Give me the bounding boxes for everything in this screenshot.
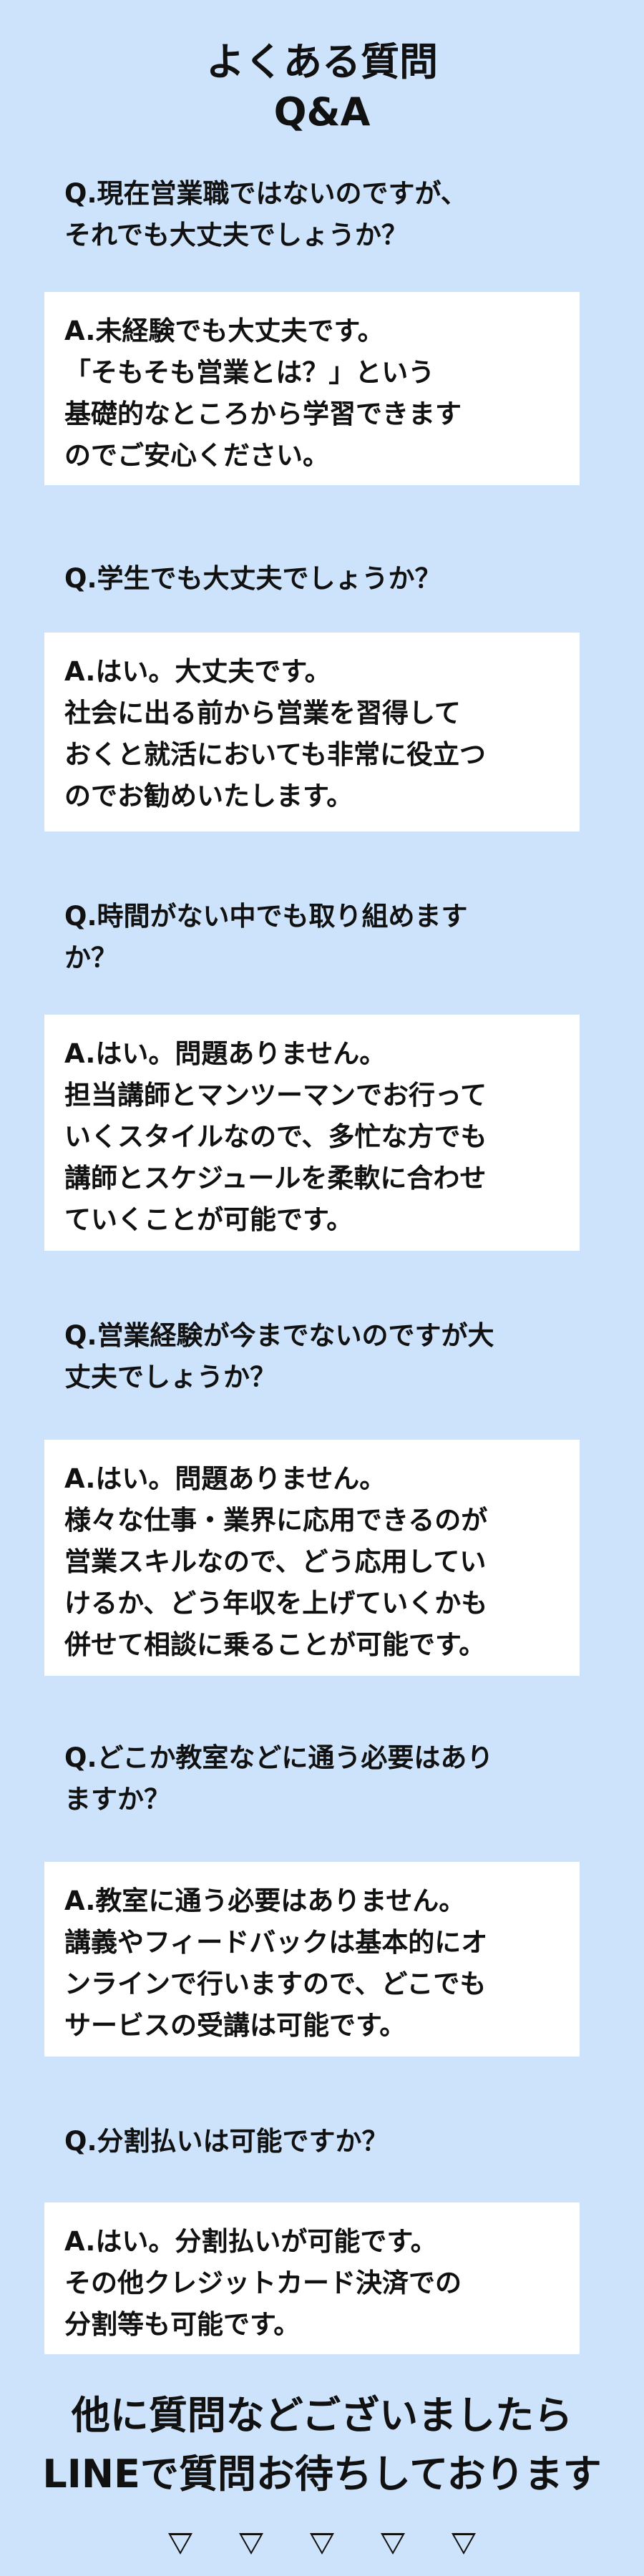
faq-answer: A.はい。大丈夫です。 社会に出る前から営業を習得して おくと就活においても非常…	[64, 656, 487, 811]
faq-question: Q.どこか教室などに通う必要はあり ますか？	[64, 1742, 494, 1815]
faq-answer-card: A.はい。問題ありません。 担当講師とマンツーマンでお行って いくスタイルなので…	[44, 1015, 580, 1251]
faq-answer: A.はい。分割払いが可能です。 その他クレジットカード決済での 分割等も可能です…	[64, 2226, 462, 2340]
footer-message: 他に質問などございましたら LINEで質問お待ちしております	[0, 2386, 644, 2504]
footer-line-1: 他に質問などございましたら	[71, 2393, 573, 2438]
faq-page: よくある質問 Q&A Q.現在営業職ではないのですが、 それでも大丈夫でしょうか…	[0, 0, 644, 2576]
faq-answer: A.未経験でも大丈夫です。 「そもそも営業とは？」という 基礎的なところから学習…	[64, 316, 462, 471]
faq-answer: A.教室に通う必要はありません。 講義やフィードバックは基本的にオ ンラインで行…	[64, 1885, 488, 2041]
page-header: よくある質問 Q&A	[0, 37, 644, 137]
faq-answer-card: A.はい。分割払いが可能です。 その他クレジットカード決済での 分割等も可能です…	[44, 2202, 580, 2354]
page-subtitle: Q&A	[273, 89, 371, 135]
page-title: よくある質問	[206, 39, 438, 84]
faq-question: Q.営業経験が今までないのですが大 丈夫でしょうか？	[64, 1320, 494, 1392]
down-triangle-outline-icon	[238, 2533, 263, 2555]
down-triangle-outline-icon	[452, 2533, 477, 2555]
faq-answer-card: A.未経験でも大丈夫です。 「そもそも営業とは？」という 基礎的なところから学習…	[44, 292, 580, 485]
faq-answer-card: A.はい。問題ありません。 様々な仕事・業界に応用できるのが 営業スキルなので、…	[44, 1440, 580, 1676]
footer-line-2: LINEで質問お待ちしております	[42, 2451, 602, 2497]
faq-answer: A.はい。問題ありません。 担当講師とマンツーマンでお行って いくスタイルなので…	[64, 1038, 487, 1235]
faq-question: Q.分割払いは可能ですか？	[64, 2126, 389, 2157]
faq-question: Q.現在営業職ではないのですが、 それでも大丈夫でしょうか？	[64, 178, 467, 250]
scroll-arrows	[0, 2533, 644, 2557]
down-triangle-outline-icon	[381, 2533, 406, 2555]
faq-question: Q.学生でも大丈夫でしょうか？	[64, 563, 441, 594]
faq-answer-card: A.はい。大丈夫です。 社会に出る前から営業を習得して おくと就活においても非常…	[44, 633, 580, 831]
faq-answer-card: A.教室に通う必要はありません。 講義やフィードバックは基本的にオ ンラインで行…	[44, 1862, 580, 2057]
down-triangle-outline-icon	[167, 2533, 192, 2555]
faq-question: Q.時間がない中でも取り組めます か？	[64, 901, 468, 973]
down-triangle-outline-icon	[310, 2533, 334, 2555]
faq-answer: A.はい。問題ありません。 様々な仕事・業界に応用できるのが 営業スキルなので、…	[64, 1463, 488, 1660]
